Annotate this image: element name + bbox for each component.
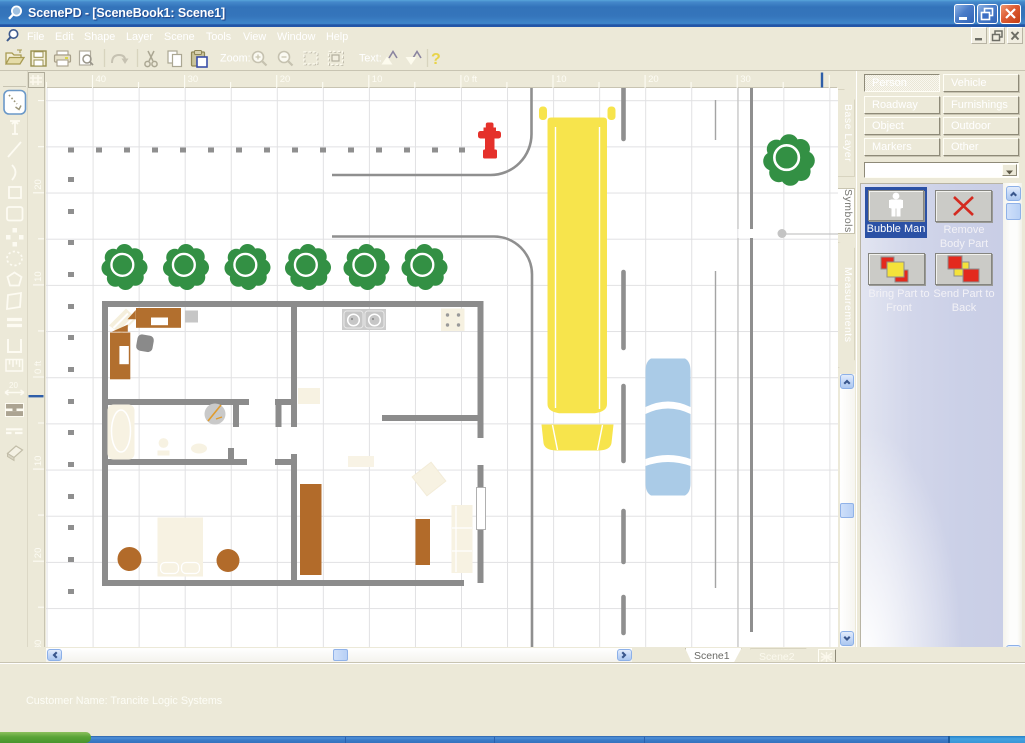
- svg-text:10: 10: [372, 74, 383, 85]
- svg-text:10: 10: [556, 74, 567, 85]
- svg-text:30: 30: [740, 74, 751, 85]
- svg-text:Text:: Text:: [359, 53, 382, 65]
- svg-text:20: 20: [33, 179, 44, 190]
- svg-text:10: 10: [33, 271, 44, 282]
- svg-text:0 ft: 0 ft: [464, 74, 478, 85]
- svg-text:20: 20: [9, 381, 18, 390]
- svg-text:Zoom:: Zoom:: [220, 53, 251, 65]
- svg-text:40: 40: [96, 74, 107, 85]
- svg-text:20: 20: [33, 548, 44, 559]
- svg-text:10: 10: [33, 456, 44, 467]
- svg-text:30: 30: [188, 74, 199, 85]
- svg-text:20: 20: [648, 74, 659, 85]
- svg-text:20: 20: [280, 74, 291, 85]
- svg-text:?: ?: [431, 51, 441, 68]
- svg-text:0 ft: 0 ft: [33, 360, 44, 374]
